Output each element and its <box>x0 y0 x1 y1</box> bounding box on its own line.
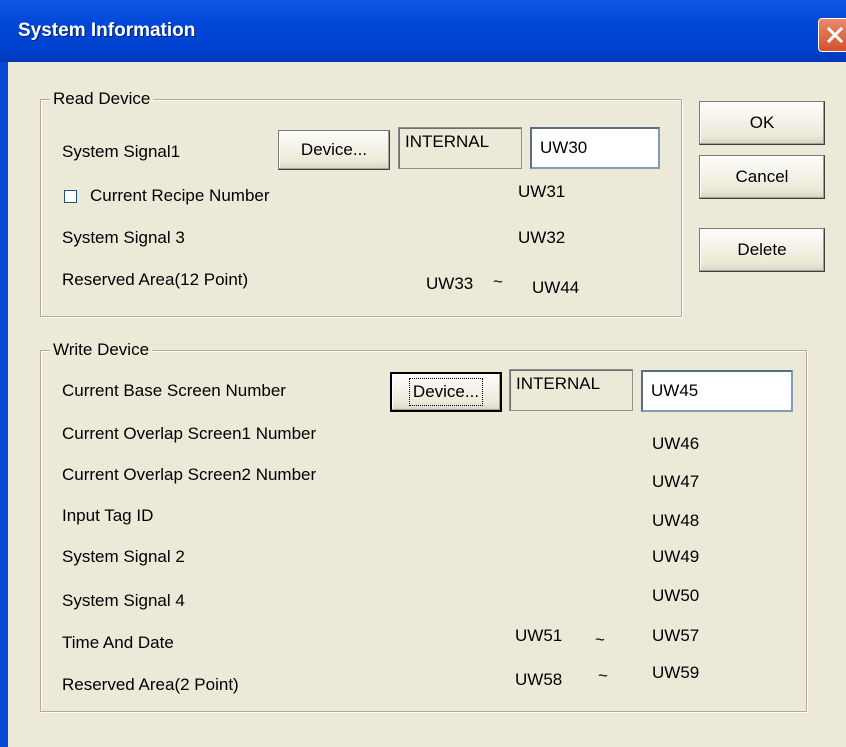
system-signal3-label: System Signal 3 <box>62 228 185 247</box>
read-reserved-end: UW44 <box>532 278 580 297</box>
read-reserved-label: Reserved Area(12 Point) <box>62 270 249 289</box>
window-title: System Information <box>18 20 196 41</box>
ok-button[interactable]: OK <box>699 101 825 145</box>
read-device-legend: Read Device <box>50 89 154 109</box>
current-base-screen-label: Current Base Screen Number <box>62 381 286 400</box>
current-recipe-label: Current Recipe Number <box>90 186 270 205</box>
current-recipe-address: UW31 <box>518 182 566 201</box>
cancel-button[interactable]: Cancel <box>699 155 825 199</box>
current-recipe-checkbox[interactable] <box>64 190 77 203</box>
read-internal-field: INTERNAL <box>398 127 522 169</box>
time-and-date-label: Time And Date <box>62 633 174 652</box>
input-tag-label: Input Tag ID <box>62 506 154 525</box>
system-signal4-address: UW50 <box>652 586 700 605</box>
write-device-button-label: Device... <box>408 378 484 406</box>
overlap1-address: UW46 <box>652 434 700 453</box>
read-reserved-start: UW33 <box>426 274 474 293</box>
write-address-input[interactable] <box>641 370 793 412</box>
title-bar: System Information <box>0 0 846 62</box>
read-reserved-tilde: ~ <box>493 272 503 291</box>
write-reserved-tilde: ~ <box>598 666 608 685</box>
write-device-button[interactable]: Device... <box>390 372 502 412</box>
write-reserved-end: UW59 <box>652 663 700 682</box>
write-reserved-start: UW58 <box>515 670 563 689</box>
close-button[interactable] <box>818 18 846 52</box>
read-device-button[interactable]: Device... <box>278 130 390 170</box>
time-and-date-start: UW51 <box>515 626 563 645</box>
close-x-icon <box>826 26 844 44</box>
delete-button[interactable]: Delete <box>699 228 825 272</box>
overlap1-label: Current Overlap Screen1 Number <box>62 424 317 443</box>
read-address-input[interactable] <box>530 127 660 169</box>
system-signal1-label: System Signal1 <box>62 142 181 161</box>
time-and-date-end: UW57 <box>652 626 700 645</box>
write-reserved-label: Reserved Area(2 Point) <box>62 675 239 694</box>
window-left-border <box>0 62 8 747</box>
system-signal2-address: UW49 <box>652 547 700 566</box>
overlap2-label: Current Overlap Screen2 Number <box>62 465 317 484</box>
overlap2-address: UW47 <box>652 472 700 491</box>
time-and-date-tilde: ~ <box>595 630 605 649</box>
write-device-legend: Write Device <box>50 340 153 360</box>
system-signal3-address: UW32 <box>518 228 566 247</box>
system-signal2-label: System Signal 2 <box>62 547 185 566</box>
system-signal4-label: System Signal 4 <box>62 591 185 610</box>
input-tag-address: UW48 <box>652 511 700 530</box>
write-internal-field: INTERNAL <box>509 369 633 411</box>
